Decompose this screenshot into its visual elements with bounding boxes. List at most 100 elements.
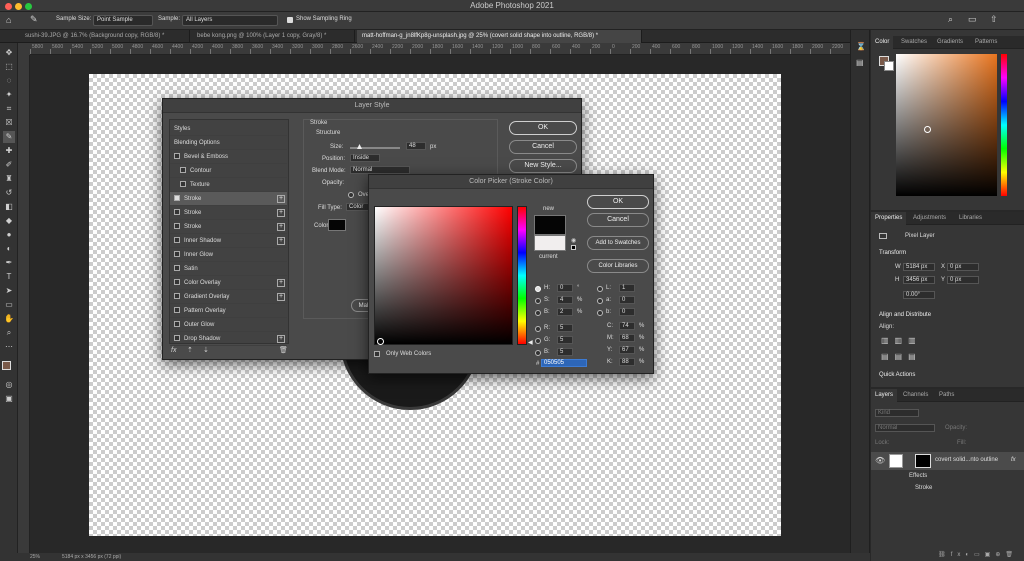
effect-item[interactable]: Satin [170, 262, 287, 276]
effect-checkbox[interactable] [174, 195, 180, 202]
add-effect-instance-icon[interactable]: + [277, 195, 285, 203]
effect-item[interactable]: Inner Shadow + [170, 234, 287, 248]
effect-item[interactable]: Color Overlay + [170, 276, 287, 290]
pen-tool-icon[interactable]: ✒ [3, 257, 15, 269]
styles-item[interactable]: Styles [170, 122, 287, 136]
effect-item[interactable]: Stroke + [170, 206, 287, 220]
blend-mode-select[interactable]: Normal [875, 424, 935, 432]
tab-paths[interactable]: Paths [935, 389, 958, 402]
screen-mode-icon[interactable]: ▣ [3, 393, 15, 405]
eraser-tool-icon[interactable]: ◧ [3, 201, 15, 213]
black-k-field[interactable]: 88 [619, 358, 635, 366]
magenta-field[interactable]: 68 [619, 334, 635, 342]
tab-libraries[interactable]: Libraries [955, 212, 986, 225]
history-panel-icon[interactable]: ⌛ [856, 42, 866, 51]
effect-item[interactable]: Texture [170, 178, 287, 192]
shape-tool-icon[interactable]: ▭ [3, 299, 15, 311]
tab-adjustments[interactable]: Adjustments [909, 212, 950, 225]
layer-actions-icon[interactable]: ⛓fx◐▭▣⊕🗑 [871, 551, 1024, 561]
tab-color[interactable]: Color [871, 36, 894, 49]
color-field[interactable] [896, 54, 997, 196]
layer-row[interactable]: 👁 covert solid...nto outline fx [871, 452, 1024, 470]
width-field[interactable]: 5184 px [903, 263, 935, 271]
transform-heading[interactable]: Transform [879, 250, 906, 256]
tab-layers[interactable]: Layers [871, 389, 898, 402]
effect-checkbox[interactable] [174, 237, 180, 244]
tab-swatches[interactable]: Swatches [897, 36, 931, 49]
blur-tool-icon[interactable]: ● [3, 229, 15, 241]
close-window-button[interactable] [5, 3, 12, 10]
hue-slider[interactable] [1001, 54, 1007, 196]
tab-patterns[interactable]: Patterns [971, 36, 1001, 49]
tab-channels[interactable]: Channels [899, 389, 932, 402]
workspace-icon[interactable]: ▭ [968, 14, 977, 25]
height-field[interactable]: 3456 px [903, 276, 935, 284]
blue-field[interactable]: 5 [557, 348, 573, 356]
eyedropper-tool-icon[interactable]: ✎ [30, 14, 38, 25]
align-vertical-buttons-icon[interactable]: ▤▤▤ [881, 352, 922, 361]
home-icon[interactable]: ⌂ [6, 15, 11, 25]
effect-item[interactable]: Contour [170, 164, 287, 178]
gamut-warning-icon[interactable]: ◉ [571, 237, 576, 244]
green-radio[interactable] [535, 338, 541, 344]
zoom-window-button[interactable] [25, 3, 32, 10]
effect-item[interactable]: Stroke + [170, 220, 287, 234]
size-slider[interactable] [350, 144, 400, 149]
tab-bebe-kong[interactable]: bebe kong.png @ 100% (Layer 1 copy, Gray… [192, 30, 355, 43]
visibility-eye-icon[interactable]: 👁 [875, 456, 885, 465]
color-libraries-button[interactable]: Color Libraries [587, 259, 649, 273]
color-picker-ok-button[interactable]: OK [587, 195, 649, 209]
position-select[interactable]: Inside [350, 154, 380, 162]
red-field[interactable]: 5 [557, 324, 573, 332]
hue-strip[interactable] [517, 206, 527, 345]
yellow-field[interactable]: 67 [619, 346, 635, 354]
effect-checkbox[interactable] [174, 307, 180, 314]
size-slider-thumb[interactable] [357, 144, 362, 149]
color-picker-field[interactable] [374, 206, 513, 345]
x-field[interactable]: 0 px [947, 263, 979, 271]
sampling-ring-checkbox[interactable] [287, 17, 293, 23]
effect-item[interactable]: Bevel & Emboss [170, 150, 287, 164]
brightness-field[interactable]: 2 [557, 308, 573, 316]
effect-item[interactable]: Drop Shadow + [170, 332, 287, 346]
effect-checkbox[interactable] [180, 181, 186, 188]
move-tool-icon[interactable]: ✥ [3, 47, 15, 59]
move-up-icon[interactable]: ⇡ [187, 346, 193, 354]
hex-field[interactable]: 050505 [541, 359, 587, 367]
add-to-swatches-button[interactable]: Add to Swatches [587, 236, 649, 250]
y-field[interactable]: 0 px [947, 276, 979, 284]
healing-brush-icon[interactable]: ✚ [3, 145, 15, 157]
tab-properties[interactable]: Properties [871, 212, 907, 225]
add-effect-instance-icon[interactable]: + [277, 293, 285, 301]
saturation-radio[interactable] [535, 298, 541, 304]
libraries-panel-icon[interactable]: ▤ [856, 58, 864, 67]
add-effect-instance-icon[interactable]: + [277, 279, 285, 287]
effect-checkbox[interactable] [174, 153, 180, 160]
effect-item[interactable]: Inner Glow [170, 248, 287, 262]
effect-checkbox[interactable] [180, 167, 186, 174]
share-icon[interactable]: ⇧ [990, 14, 998, 25]
align-heading[interactable]: Align and Distribute [879, 312, 931, 318]
hue-slider-arrow-icon[interactable]: ◀ [528, 339, 533, 346]
search-icon[interactable]: ⌕ [948, 14, 953, 25]
lab-a-field[interactable]: 0 [619, 296, 635, 304]
effect-checkbox[interactable] [174, 223, 180, 230]
layer-style-cancel-button[interactable]: Cancel [509, 140, 577, 154]
effect-checkbox[interactable] [174, 251, 180, 258]
effect-item[interactable]: Pattern Overlay [170, 304, 287, 318]
foreground-color-swatch[interactable] [2, 361, 11, 370]
crop-tool-icon[interactable]: ⌗ [3, 103, 15, 115]
only-web-colors-checkbox[interactable] [374, 351, 380, 357]
angle-field[interactable]: 0.00° [903, 291, 935, 299]
marquee-tool-icon[interactable]: ⬚ [3, 61, 15, 73]
layer-style-ok-button[interactable]: OK [509, 121, 577, 135]
lasso-tool-icon[interactable]: ◌ [3, 75, 15, 87]
type-tool-icon[interactable]: T [3, 271, 15, 283]
color-field-cursor[interactable] [924, 126, 931, 133]
frame-tool-icon[interactable]: ☒ [3, 117, 15, 129]
dodge-tool-icon[interactable]: ◐ [3, 243, 15, 255]
more-tools-icon[interactable]: ⋯ [3, 341, 15, 353]
effect-checkbox[interactable] [174, 321, 180, 328]
paint-bucket-icon[interactable]: ◆ [3, 215, 15, 227]
tab-matt-hoffman[interactable]: matt-hoffman-g_jn8lfKp8g-unsplash.jpg @ … [357, 30, 642, 43]
